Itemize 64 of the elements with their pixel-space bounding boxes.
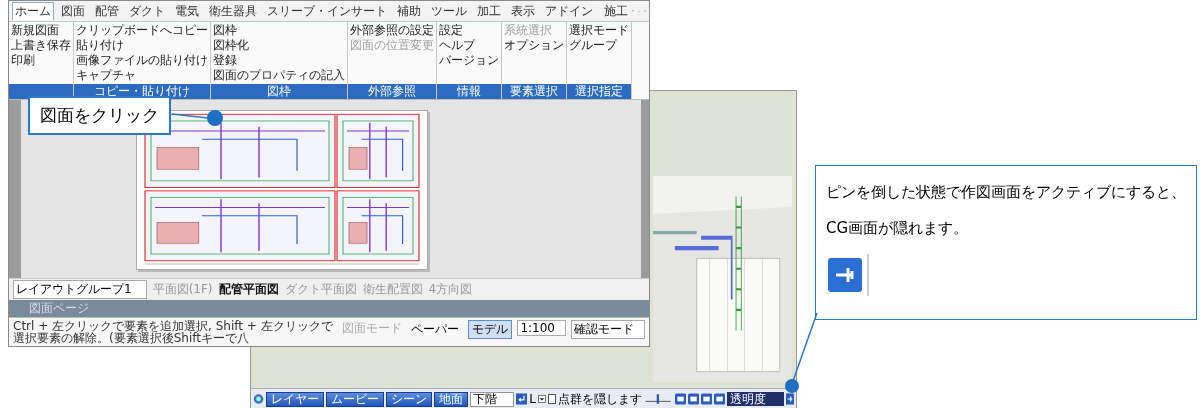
ribbon-command[interactable]: 図枠化 bbox=[213, 38, 345, 53]
callout-text: ピンを倒した状態で作図画面をアクティブにすると、CG画面が隠れます。 bbox=[826, 182, 1186, 239]
ribbon-group-label: 外部参照 bbox=[348, 84, 436, 99]
ribbon-command[interactable]: 上書き保存 bbox=[11, 38, 71, 53]
ribbon-command[interactable]: オプション bbox=[504, 38, 564, 53]
ribbon-tab[interactable]: スリーブ・インサート bbox=[264, 2, 390, 20]
ribbon-tab[interactable]: 表示 bbox=[508, 2, 538, 20]
dropdown-icon[interactable] bbox=[537, 394, 546, 404]
axis-label: L bbox=[529, 392, 536, 406]
cg-mode-button[interactable]: シーン bbox=[386, 391, 433, 407]
scale-select[interactable]: 1:100 bbox=[517, 320, 566, 336]
ribbon-group-label: 要素選択 bbox=[502, 84, 566, 99]
ribbon-tab[interactable]: アドイン bbox=[542, 2, 596, 20]
enter-icon[interactable] bbox=[516, 392, 528, 406]
layout-tab[interactable]: 配管平面図 bbox=[218, 281, 279, 298]
ribbon-command[interactable]: キャプチャ bbox=[76, 68, 208, 83]
pin-icon[interactable] bbox=[786, 392, 794, 406]
ribbon-command[interactable]: クリップボードへコピー bbox=[76, 23, 208, 38]
ribbon-command[interactable]: 図枠 bbox=[213, 23, 345, 38]
ribbon-command[interactable]: 印刷 bbox=[11, 53, 71, 68]
slider-icon[interactable] bbox=[644, 392, 673, 406]
space-toggle[interactable]: モデル bbox=[468, 320, 513, 339]
pointer-dot bbox=[785, 379, 799, 393]
cg-mode-button[interactable]: レイヤー bbox=[266, 391, 325, 407]
pointer-dot bbox=[207, 110, 223, 126]
ribbon-tab[interactable]: 加工 bbox=[474, 2, 504, 20]
hide-option-label: 点群を隠します bbox=[558, 390, 643, 408]
leader-line bbox=[172, 113, 208, 119]
ribbon-tab[interactable]: 配管 bbox=[92, 2, 122, 20]
ribbon-tab[interactable]: ツール bbox=[428, 2, 470, 20]
ribbon-command[interactable]: 設定 bbox=[439, 23, 499, 38]
space-toggle[interactable]: ペーパー bbox=[407, 320, 464, 339]
ribbon-command[interactable]: 貼り付け bbox=[76, 38, 208, 53]
callout-box: 図面をクリック bbox=[28, 96, 171, 135]
ribbon-command[interactable]: バージョン bbox=[439, 53, 499, 68]
mode-hint: 図面モード bbox=[342, 320, 403, 337]
pin-icon bbox=[826, 252, 870, 298]
ribbon-group-label: 選択指定 bbox=[567, 84, 631, 99]
status-message: Ctrl + 左クリックで要素を追加選択, Shift + 左クリックで選択要素の解除。(要素選択後Shiftキーで八 bbox=[13, 320, 334, 344]
ribbon-tab[interactable]: 図面 bbox=[58, 2, 88, 20]
ribbon-command[interactable]: 外部参照の設定 bbox=[350, 23, 434, 38]
ribbon-tab[interactable]: ホーム bbox=[12, 2, 54, 20]
ribbon-command[interactable]: 図面のプロパティの記入 bbox=[213, 68, 345, 83]
layout-group-select[interactable]: レイアウトグループ1 bbox=[13, 280, 147, 299]
cg-mode-button[interactable]: 地面 bbox=[434, 391, 469, 407]
ribbon-command[interactable]: 新規図面 bbox=[11, 23, 71, 38]
view-mode-select[interactable]: 確認モード bbox=[571, 320, 645, 339]
ribbon-tab[interactable]: ダクト bbox=[126, 2, 168, 20]
cg-mode-button[interactable]: ムービー bbox=[326, 391, 385, 407]
ribbon-tab[interactable]: 補助 bbox=[394, 2, 424, 20]
ribbon-command[interactable]: 選択モード bbox=[569, 23, 629, 38]
ribbon-tab[interactable]: 衛生器具 bbox=[206, 2, 260, 20]
ribbon-tab[interactable]: 電気 bbox=[172, 2, 202, 20]
ribbon-command[interactable]: グループ bbox=[569, 38, 629, 53]
ribbon-group-label: 図枠 bbox=[211, 84, 347, 99]
ribbon-command[interactable]: 登録 bbox=[213, 53, 345, 68]
ribbon-group-label: 情報 bbox=[437, 84, 501, 99]
hide-checkbox[interactable] bbox=[547, 394, 557, 404]
work-mode-dropdown[interactable]: 施工 bbox=[604, 2, 628, 20]
ribbon-command[interactable]: ヘルプ bbox=[439, 38, 499, 53]
ribbon-command[interactable]: 画像ファイルの貼り付け bbox=[76, 53, 208, 68]
globe-icon[interactable] bbox=[253, 392, 265, 406]
transparency-select[interactable]: 透明度 bbox=[727, 392, 785, 406]
floor-select[interactable]: 下階 bbox=[470, 391, 515, 407]
